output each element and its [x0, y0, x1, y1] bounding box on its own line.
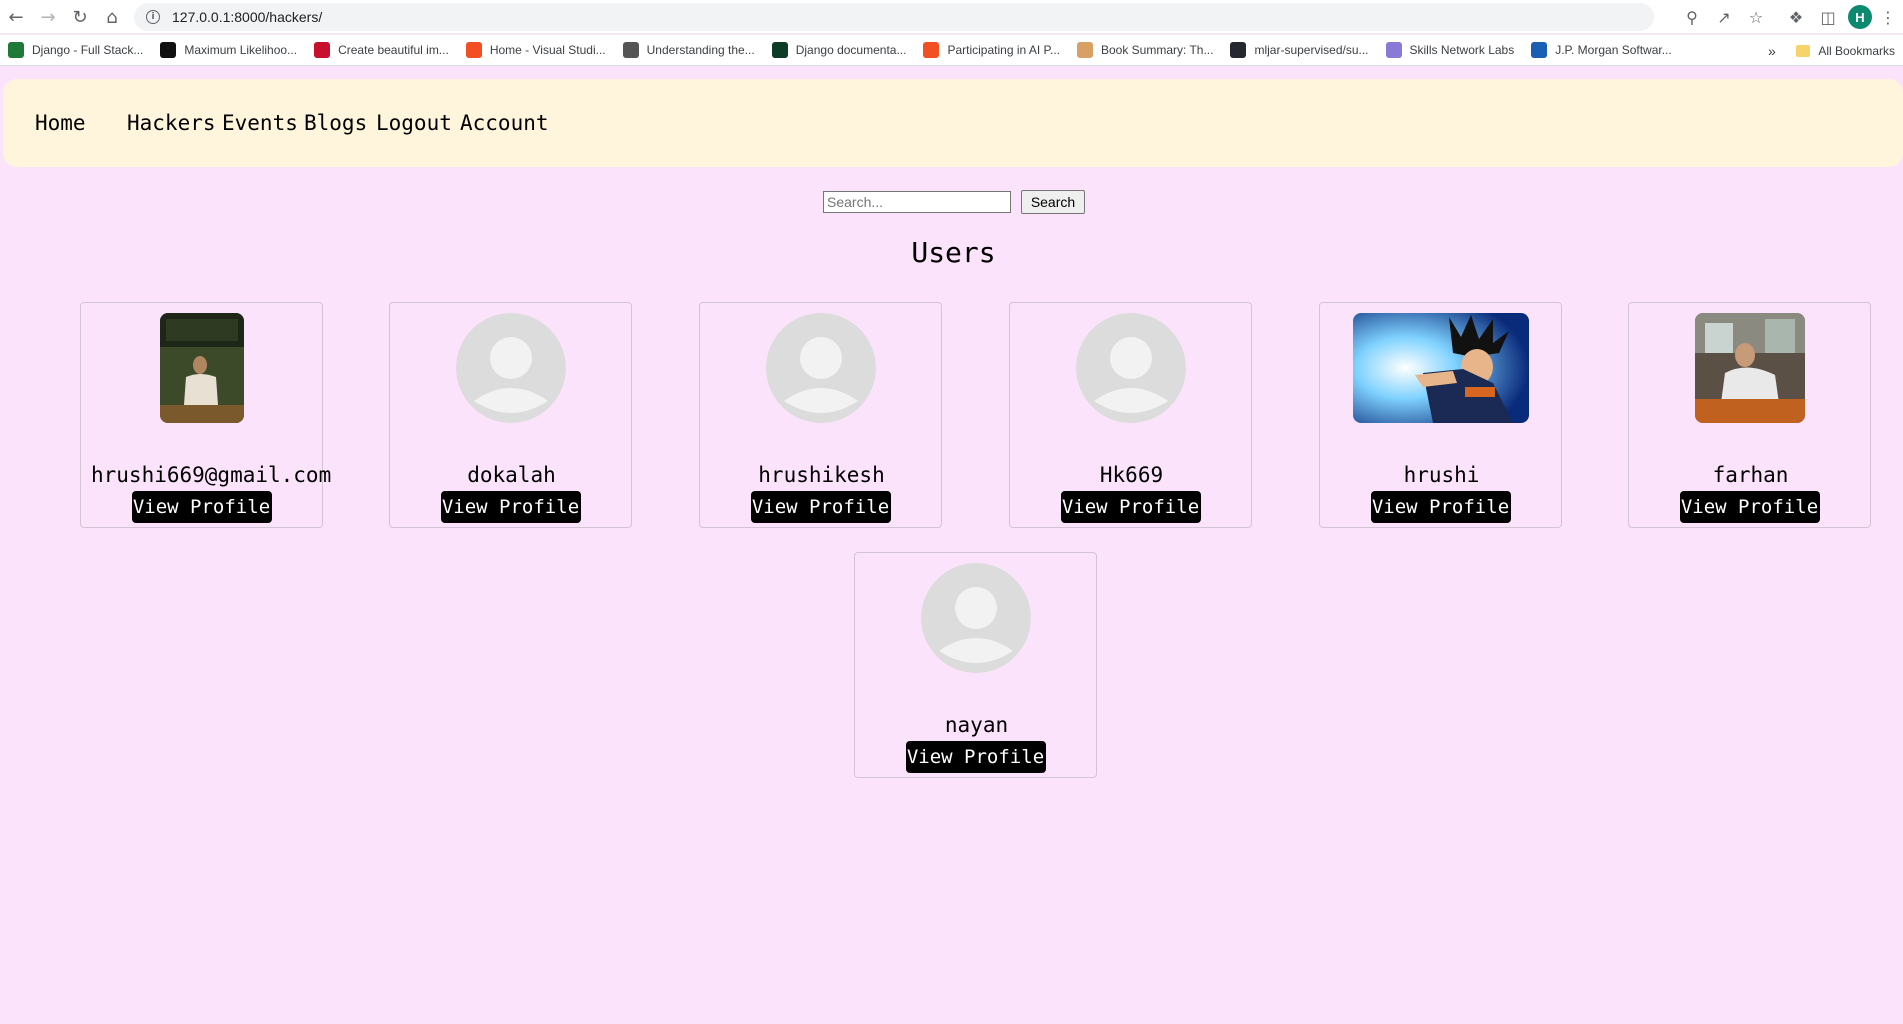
bookmark-label: Maximum Likelihoo... [184, 43, 298, 57]
nav-logout-link[interactable]: Logout [376, 111, 452, 135]
bookmark-label: Book Summary: Th... [1100, 43, 1214, 57]
view-profile-button[interactable]: View Profile [750, 491, 891, 523]
user-name: Hk669 [1099, 463, 1164, 487]
zoom-icon[interactable]: ⚲ [1680, 5, 1704, 29]
home-icon[interactable]: ⌂ [100, 5, 124, 29]
user-avatar-image [1694, 313, 1805, 423]
user-card: dokalah View Profile [389, 302, 632, 528]
bookmark-label: Home - Visual Studi... [489, 43, 606, 57]
user-name: dokalah [467, 463, 556, 487]
user-name: hrushi [1403, 463, 1480, 487]
bookmarks-bar: Django - Full Stack... Maximum Likelihoo.… [0, 35, 1903, 66]
bookmark-label: Skills Network Labs [1409, 43, 1515, 57]
user-card: Hk669 View Profile [1009, 302, 1252, 528]
all-bookmarks-label: All Bookmarks [1818, 43, 1895, 58]
nav-blogs-link[interactable]: Blogs [304, 111, 367, 135]
view-profile-button[interactable]: View Profile [1060, 491, 1201, 523]
site-info-icon[interactable]: i [146, 10, 160, 24]
bookmark-item[interactable]: Understanding the... [622, 42, 755, 58]
bookmark-label: Django - Full Stack... [32, 43, 144, 57]
more-bookmarks-chevron-icon[interactable]: » [1768, 35, 1776, 66]
bookmark-label: Create beautiful im... [338, 43, 449, 57]
view-profile-button[interactable]: View Profile [131, 491, 272, 523]
view-profile-button[interactable]: View Profile [1370, 491, 1511, 523]
bookmark-item[interactable]: Django documenta... [771, 42, 907, 58]
url-text: 127.0.0.1:8000/hackers/ [172, 9, 323, 25]
bookmark-item[interactable]: Django - Full Stack... [8, 42, 143, 58]
folder-icon [1796, 44, 1811, 57]
browser-toolbar: ← → ↻ ⌂ i 127.0.0.1:8000/hackers/ ⚲ ↗ ☆ … [0, 0, 1903, 34]
search-button[interactable]: Search [1021, 190, 1085, 214]
user-card: nayan View Profile [854, 552, 1097, 778]
user-avatar-image [159, 313, 244, 423]
bookmark-item[interactable]: Maximum Likelihoo... [160, 42, 297, 58]
view-profile-button[interactable]: View Profile [905, 741, 1046, 773]
view-profile-button[interactable]: View Profile [440, 491, 581, 523]
bookmark-label: J.P. Morgan Softwar... [1555, 43, 1672, 57]
user-avatar-image [1352, 313, 1529, 423]
page-title: Users [911, 236, 996, 269]
all-bookmarks-folder[interactable]: All Bookmarks [1796, 35, 1895, 66]
bookmark-item[interactable]: J.P. Morgan Softwar... [1531, 42, 1672, 58]
user-name: farhan [1712, 463, 1789, 487]
bookmark-item[interactable]: Participating in AI P... [923, 42, 1060, 58]
user-name: hrushikesh [758, 463, 885, 487]
default-avatar-icon [920, 563, 1031, 673]
share-icon[interactable]: ↗ [1712, 5, 1736, 29]
menu-kebab-icon[interactable]: ⋮ [1876, 5, 1900, 29]
bookmark-favicon-icon [1531, 42, 1548, 58]
user-name: nayan [944, 713, 1009, 737]
user-card: hrushi View Profile [1319, 302, 1562, 528]
bookmark-favicon-icon [8, 42, 24, 58]
bookmark-label: Django documenta... [795, 43, 907, 57]
bookmark-star-icon[interactable]: ☆ [1744, 5, 1768, 29]
default-avatar-icon [1075, 313, 1186, 423]
extensions-puzzle-icon[interactable]: ❖ [1784, 5, 1808, 29]
bookmark-favicon-icon [465, 42, 482, 58]
bookmark-favicon-icon [771, 42, 788, 58]
bookmark-item[interactable]: Skills Network Labs [1385, 42, 1515, 58]
bookmark-item[interactable]: mljar-supervised/su... [1230, 42, 1369, 58]
address-bar[interactable]: i 127.0.0.1:8000/hackers/ [134, 3, 1654, 31]
user-card: farhan View Profile [1628, 302, 1871, 528]
default-avatar-icon [765, 313, 876, 423]
bookmark-favicon-icon [314, 42, 331, 58]
nav-events-link[interactable]: Events [222, 111, 298, 135]
bookmark-item[interactable]: Home - Visual Studi... [465, 42, 606, 58]
bookmark-favicon-icon [622, 42, 639, 58]
bookmark-label: mljar-supervised/su... [1254, 43, 1369, 57]
back-arrow-icon[interactable]: ← [4, 5, 28, 29]
forward-arrow-icon[interactable]: → [36, 5, 60, 29]
bookmark-favicon-icon [1230, 42, 1247, 58]
nav-account-link[interactable]: Account [460, 111, 549, 135]
user-card: hrushi669@gmail.com View Profile [80, 302, 331, 528]
site-navbar: Home Hackers Events Blogs Logout Account [3, 79, 1903, 167]
user-card: hrushikesh View Profile [699, 302, 942, 528]
user-name: hrushi669@gmail.com [91, 463, 332, 487]
reload-icon[interactable]: ↻ [68, 5, 92, 29]
search-input[interactable] [823, 191, 1011, 213]
bookmark-favicon-icon [1385, 42, 1402, 58]
profile-avatar[interactable]: H [1848, 5, 1872, 29]
bookmark-favicon-icon [160, 42, 177, 58]
view-profile-button[interactable]: View Profile [1679, 491, 1820, 523]
bookmark-label: Understanding the... [646, 43, 755, 57]
bookmark-item[interactable]: Book Summary: Th... [1076, 42, 1214, 58]
side-panel-icon[interactable]: ◫ [1816, 5, 1840, 29]
bookmark-favicon-icon [923, 42, 940, 58]
bookmark-favicon-icon [1076, 42, 1093, 58]
nav-home-link[interactable]: Home [35, 111, 86, 135]
bookmark-item[interactable]: Create beautiful im... [314, 42, 449, 58]
default-avatar-icon [455, 313, 566, 423]
nav-hackers-link[interactable]: Hackers [127, 111, 216, 135]
bookmark-label: Participating in AI P... [947, 43, 1060, 57]
